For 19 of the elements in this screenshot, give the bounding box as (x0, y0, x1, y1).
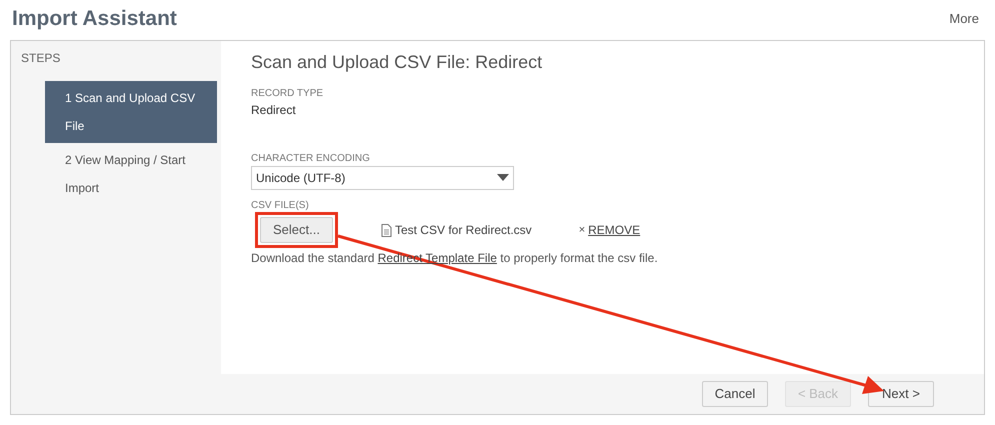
field-label: CSV FILE(S) (251, 199, 310, 213)
file-name: Test CSV for Redirect.csv (394, 222, 532, 239)
encoding-dropdown[interactable]: Unicode (UTF-8) (251, 166, 514, 190)
page-title: Import Assistant (12, 6, 177, 32)
file-icon (380, 224, 392, 236)
footer-button[interactable]: Cancel (702, 381, 768, 407)
remove-link[interactable]: REMOVE (588, 221, 640, 239)
caret-icon (497, 174, 509, 182)
footer-button[interactable]: Next > (868, 381, 934, 407)
field-value: Redirect (251, 102, 297, 119)
steps-heading: STEPS (20, 50, 62, 67)
select-button[interactable]: Select... (260, 217, 333, 243)
more-link[interactable]: More (949, 9, 979, 29)
remove-icon: × (578, 222, 586, 238)
field-label: CHARACTER ENCODING (251, 152, 371, 166)
step-item[interactable]: 2 View Mapping / Start Import (45, 143, 217, 205)
form-title: Scan and Upload CSV File: Redirect (251, 51, 544, 74)
field-label: RECORD TYPE (251, 87, 324, 101)
step-item[interactable]: 1 Scan and Upload CSV File (45, 81, 217, 143)
